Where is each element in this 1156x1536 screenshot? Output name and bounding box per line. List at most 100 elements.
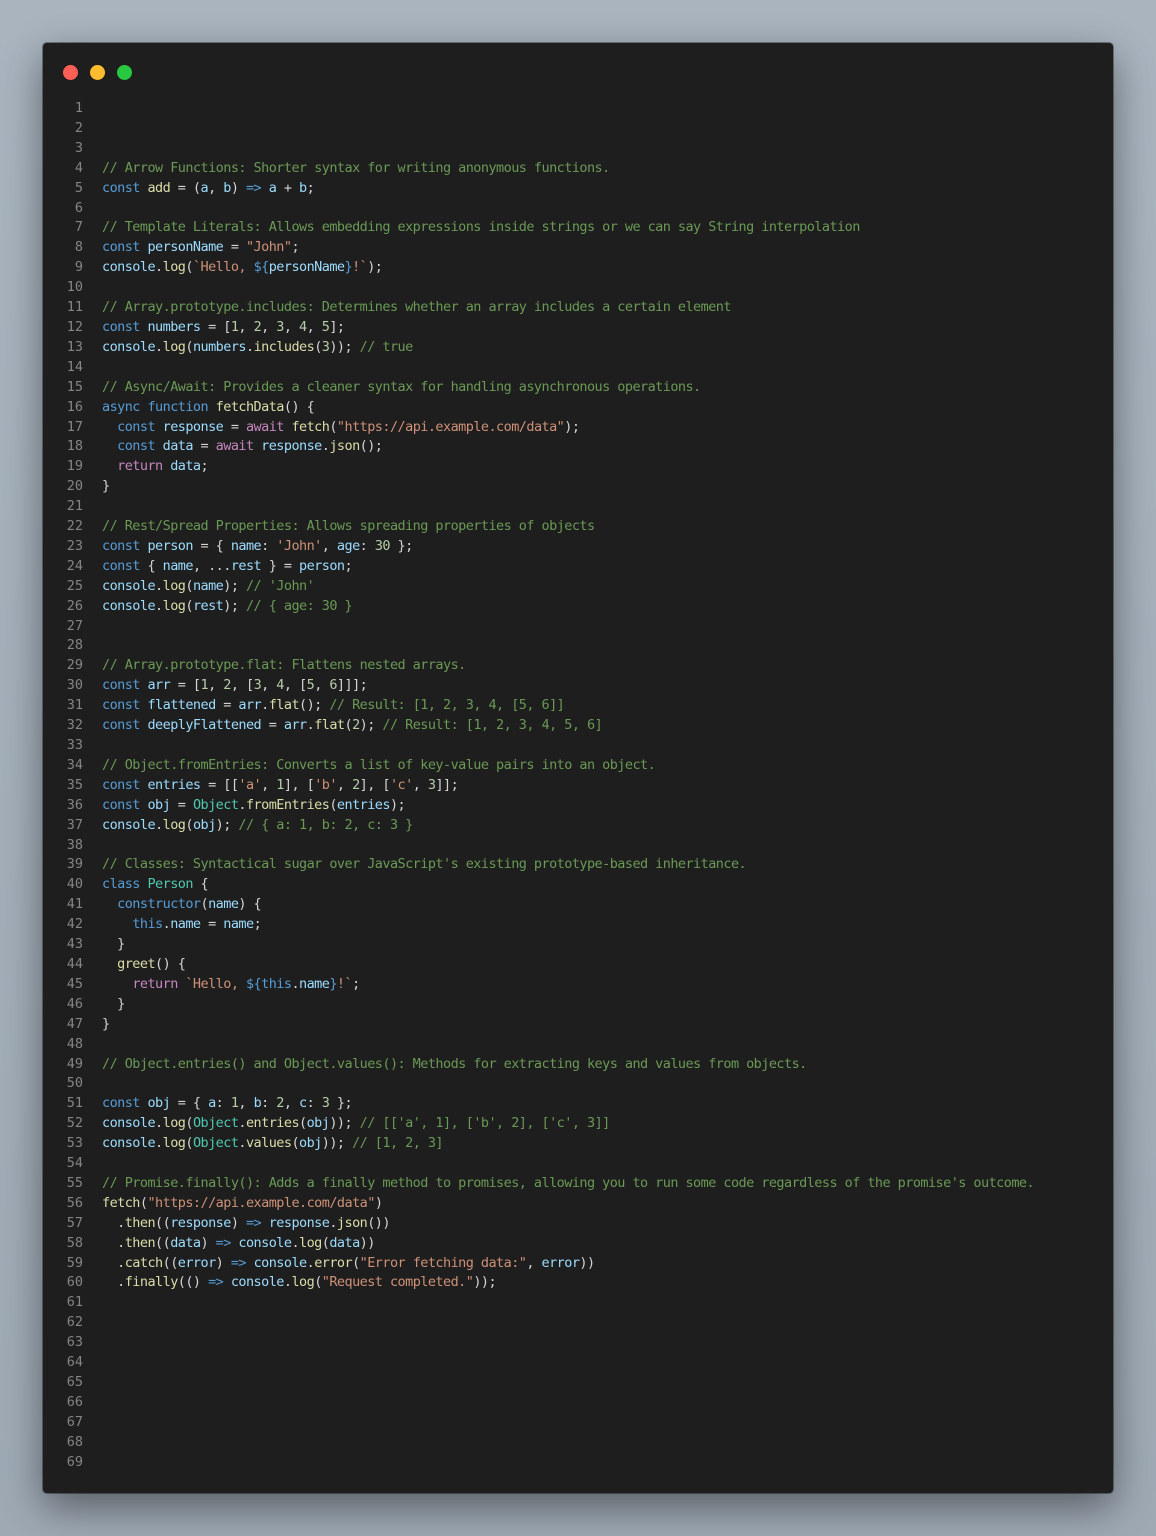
code-line[interactable]: 47} — [43, 1015, 1113, 1035]
code-line[interactable]: 13 console.log(numbers.includes(3)); // t… — [43, 338, 1113, 358]
code-line[interactable]: 25 console.log(name); // 'John' — [43, 577, 1113, 597]
code-line[interactable]: 36 const obj = Object.fromEntries(entries… — [43, 796, 1113, 816]
code-line[interactable]: 49 // Object.entries() and Object.values(… — [43, 1055, 1113, 1075]
code-line[interactable]: 48 — [43, 1035, 1113, 1055]
code-line[interactable]: 44 greet() { — [43, 955, 1113, 975]
code-token-number: 30 — [374, 537, 391, 554]
code-token-function: then — [124, 1234, 156, 1251]
code-line[interactable]: 52 console.log(Object.entries(obj)); // [… — [43, 1114, 1113, 1134]
code-token-plain: . — [291, 975, 300, 992]
line-number: 8 — [74, 239, 83, 256]
code-line[interactable]: 39 // Classes: Syntactical sugar over Jav… — [43, 855, 1113, 875]
code-line[interactable]: 11 // Array.prototype.includes: Determine… — [43, 298, 1113, 318]
code-line[interactable]: 9 console.log(`Hello, ${personName}!`); — [43, 258, 1113, 278]
code-line[interactable]: 5 const add = (a, b) => a + b; — [43, 179, 1113, 199]
code-token-string: "John" — [245, 239, 292, 256]
code-token-plain: ( — [352, 1254, 360, 1271]
code-token-plain: ( — [314, 338, 322, 355]
code-line[interactable]: 19 return data; — [43, 457, 1113, 477]
maximize-button[interactable] — [117, 65, 132, 80]
code-line[interactable]: 15 // Async/Await: Provides a cleaner syn… — [43, 378, 1113, 398]
code-editor[interactable]: 1 2 3 4// Arrow Functions: Shorter syntax f… — [43, 99, 1113, 1473]
code-line[interactable]: 62 — [43, 1313, 1113, 1333]
code-line[interactable]: 64 — [43, 1353, 1113, 1373]
code-token-string: 'a' — [238, 776, 262, 793]
code-line[interactable]: 65 — [43, 1373, 1113, 1393]
code-token-plain: ) — [374, 1194, 383, 1211]
code-token-control: await — [215, 438, 254, 455]
code-line[interactable]: 45 return `Hello, ${this.name}!`; — [43, 975, 1113, 995]
line-content: console.log(Object.entries(obj)); // [['… — [83, 1114, 610, 1134]
code-line[interactable]: 37 console.log(obj); // { a: 1, b: 2, c: … — [43, 816, 1113, 836]
code-token-plain: , — [261, 318, 277, 335]
code-token-plain: . — [155, 577, 163, 594]
code-line[interactable]: 3 — [43, 139, 1113, 159]
code-line[interactable]: 23 const person = { name: 'John', age: 30… — [43, 537, 1113, 557]
code-line[interactable]: 40 class Person { — [43, 875, 1113, 895]
code-line[interactable]: 51 const obj = { a: 1, b: 2, c: 3 }; — [43, 1094, 1113, 1114]
code-token-variable: b — [253, 1095, 262, 1112]
code-line[interactable]: 61 — [43, 1293, 1113, 1313]
code-line[interactable]: 20} — [43, 477, 1113, 497]
code-line[interactable]: 31 const flattened = arr.flat(); // Resul… — [43, 696, 1113, 716]
code-line[interactable]: 10 — [43, 278, 1113, 298]
code-line[interactable]: 46 } — [43, 995, 1113, 1015]
code-line[interactable]: 33 — [43, 736, 1113, 756]
code-line[interactable]: 58 .then((data) => console.log(data)) — [43, 1234, 1113, 1254]
line-number: 9 — [74, 259, 83, 276]
close-button[interactable] — [63, 65, 78, 80]
code-line[interactable]: 54 — [43, 1154, 1113, 1174]
line-content: const entries = [['a', 1], ['b', 2], ['c… — [83, 776, 459, 796]
code-token-keyword: } — [344, 259, 353, 276]
code-line[interactable]: 24 const { name, ...rest } = person; — [43, 557, 1113, 577]
code-line[interactable]: 27 — [43, 617, 1113, 637]
code-line[interactable]: 7 // Template Literals: Allows embedding … — [43, 218, 1113, 238]
line-number: 21 — [66, 498, 83, 515]
code-line[interactable]: 34 // Object.fromEntries: Converts a list… — [43, 756, 1113, 776]
code-line[interactable]: 42 this.name = name; — [43, 915, 1113, 935]
code-line[interactable]: 1 — [43, 99, 1113, 119]
code-line[interactable]: 8 const personName = "John"; — [43, 238, 1113, 258]
code-line[interactable]: 55 // Promise.finally(): Adds a finally m… — [43, 1174, 1113, 1194]
code-line[interactable]: 2 — [43, 119, 1113, 139]
code-line[interactable]: 69 — [43, 1453, 1113, 1473]
code-line[interactable]: 17 const response = await fetch("https:/… — [43, 418, 1113, 438]
code-line[interactable]: 67 — [43, 1413, 1113, 1433]
code-line[interactable]: 28 — [43, 636, 1113, 656]
code-line[interactable]: 16 async function fetchData() { — [43, 398, 1113, 418]
line-number: 5 — [74, 179, 83, 196]
code-line[interactable]: 12 const numbers = [1, 2, 3, 4, 5]; — [43, 318, 1113, 338]
code-line[interactable]: 30 const arr = [1, 2, [3, 4, [5, 6]]]; — [43, 676, 1113, 696]
code-line[interactable]: 50 — [43, 1074, 1113, 1094]
line-number: 37 — [66, 816, 83, 833]
code-line[interactable]: 14 — [43, 358, 1113, 378]
code-line[interactable]: 32 const deeplyFlattened = arr.flat(2); /… — [43, 716, 1113, 736]
code-line[interactable]: 21 — [43, 497, 1113, 517]
code-line[interactable]: 68 — [43, 1433, 1113, 1453]
code-line[interactable]: 6 — [43, 199, 1113, 219]
line-content: // Async/Await: Provides a cleaner synta… — [83, 378, 701, 398]
code-line[interactable]: 66 — [43, 1393, 1113, 1413]
code-line[interactable]: 41 constructor(name) { — [43, 895, 1113, 915]
line-content: const obj = { a: 1, b: 2, c: 3 }; — [83, 1094, 353, 1114]
code-line[interactable]: 22 // Rest/Spread Properties: Allows spre… — [43, 517, 1113, 537]
code-token-function: values — [245, 1135, 292, 1152]
code-line[interactable]: 63 — [43, 1333, 1113, 1353]
code-line[interactable]: 60 .finally(() => console.log("Request c… — [43, 1273, 1113, 1293]
code-line[interactable]: 35 const entries = [['a', 1], ['b', 2], [… — [43, 776, 1113, 796]
code-line[interactable]: 57 .then((response) => response.json()) — [43, 1214, 1113, 1234]
code-token-plain: . — [155, 816, 163, 833]
code-window: 1 2 3 4// Arrow Functions: Shorter syntax f… — [43, 43, 1113, 1493]
code-line[interactable]: 18 const data = await response.json(); — [43, 437, 1113, 457]
code-line[interactable]: 43 } — [43, 935, 1113, 955]
code-line[interactable]: 56 fetch("https://api.example.com/data") — [43, 1194, 1113, 1214]
code-line[interactable]: 38 — [43, 836, 1113, 856]
code-line[interactable]: 53 console.log(Object.values(obj)); // [1… — [43, 1134, 1113, 1154]
code-line[interactable]: 29 // Array.prototype.flat: Flattens nest… — [43, 656, 1113, 676]
code-line[interactable]: 59 .catch((error) => console.error("Erro… — [43, 1254, 1113, 1274]
code-token-comment: // Arrow Functions: Shorter syntax for w… — [102, 159, 610, 176]
code-line[interactable]: 26 console.log(rest); // { age: 30 } — [43, 597, 1113, 617]
minimize-button[interactable] — [90, 65, 105, 80]
code-token-number: 2 — [223, 677, 231, 694]
code-line[interactable]: 4 // Arrow Functions: Shorter syntax for … — [43, 159, 1113, 179]
